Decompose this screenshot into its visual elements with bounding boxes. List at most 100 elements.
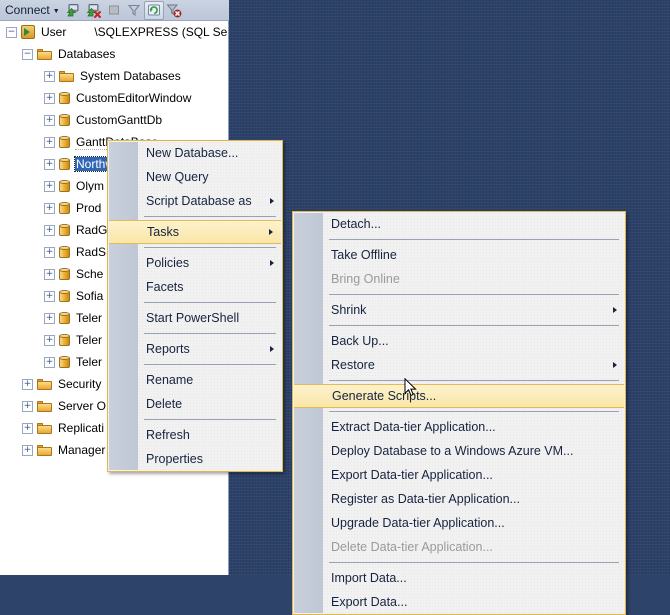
menu-item-label: Shrink <box>331 303 367 317</box>
menu-separator <box>293 377 625 384</box>
expander-plus-icon[interactable]: + <box>22 444 33 456</box>
menu-item-label: Delete <box>146 397 183 411</box>
expander-plus-icon[interactable]: + <box>22 378 33 390</box>
expander-plus-icon[interactable]: + <box>44 114 55 126</box>
menu-item-generate-scripts[interactable]: Generate Scripts... <box>294 384 624 408</box>
expander-plus-icon[interactable]: + <box>22 400 33 412</box>
database-icon <box>59 245 70 259</box>
submenu-arrow-icon <box>613 362 617 368</box>
database-icon <box>59 113 70 127</box>
folder-icon <box>37 444 52 456</box>
tree-node-customganttdb[interactable]: + CustomGanttDb <box>0 109 228 131</box>
database-icon <box>59 311 70 325</box>
expander-plus-icon[interactable]: + <box>44 180 55 192</box>
tree-node-customeditorwindow[interactable]: + CustomEditorWindow <box>0 87 228 109</box>
expander-plus-icon[interactable]: + <box>44 158 55 170</box>
menu-item-delete[interactable]: Delete <box>108 392 282 416</box>
expander-plus-icon[interactable]: + <box>44 246 55 258</box>
menu-item-script-database-as[interactable]: Script Database as <box>108 189 282 213</box>
tree-node-label: Teler <box>76 311 103 325</box>
menu-item-label: Back Up... <box>331 334 389 348</box>
expander-plus-icon[interactable]: + <box>44 92 55 104</box>
menu-item-delete-data-tier-application: Delete Data-tier Application... <box>293 535 625 559</box>
menu-separator <box>293 236 625 243</box>
expander-minus-icon[interactable]: − <box>6 26 17 38</box>
expander-plus-icon[interactable]: + <box>44 356 55 368</box>
database-icon <box>59 157 70 171</box>
filter-icon[interactable] <box>124 1 144 20</box>
menu-separator <box>108 299 282 306</box>
database-icon <box>59 333 70 347</box>
expander-plus-icon[interactable]: + <box>44 202 55 214</box>
connect-object-explorer-icon[interactable] <box>64 1 84 20</box>
menu-item-label: Delete Data-tier Application... <box>331 540 493 554</box>
tree-node-databases[interactable]: − Databases <box>0 43 228 65</box>
menu-item-facets[interactable]: Facets <box>108 275 282 299</box>
tree-node-system-databases[interactable]: + System Databases <box>0 65 228 87</box>
menu-item-back-up[interactable]: Back Up... <box>293 329 625 353</box>
submenu-arrow-icon <box>270 346 274 352</box>
tree-node-label: Server O <box>58 399 107 413</box>
folder-icon <box>37 378 52 390</box>
menu-item-export-data[interactable]: Export Data... <box>293 590 625 614</box>
menu-item-label: Bring Online <box>331 272 400 286</box>
menu-item-refresh[interactable]: Refresh <box>108 423 282 447</box>
menu-item-properties[interactable]: Properties <box>108 447 282 471</box>
expander-minus-icon[interactable]: − <box>22 48 33 60</box>
expander-plus-icon[interactable]: + <box>44 268 55 280</box>
chevron-down-icon: ▼ <box>52 7 60 15</box>
tree-node-label: Databases <box>58 47 116 61</box>
menu-item-reports[interactable]: Reports <box>108 337 282 361</box>
object-explorer-toolbar: Connect ▼ <box>0 0 229 21</box>
menu-item-tasks[interactable]: Tasks <box>109 220 281 244</box>
menu-item-detach[interactable]: Detach... <box>293 212 625 236</box>
menu-item-new-query[interactable]: New Query <box>108 165 282 189</box>
menu-item-shrink[interactable]: Shrink <box>293 298 625 322</box>
menu-item-label: New Query <box>146 170 209 184</box>
expander-plus-icon[interactable]: + <box>44 224 55 236</box>
expander-plus-icon[interactable]: + <box>44 70 55 82</box>
remove-filter-icon[interactable] <box>164 1 184 20</box>
menu-item-restore[interactable]: Restore <box>293 353 625 377</box>
menu-item-start-powershell[interactable]: Start PowerShell <box>108 306 282 330</box>
menu-item-register-as-data-tier-application[interactable]: Register as Data-tier Application... <box>293 487 625 511</box>
refresh-icon[interactable] <box>143 0 164 20</box>
tree-node-label: Manager <box>58 443 106 457</box>
menu-item-new-database[interactable]: New Database... <box>108 141 282 165</box>
menu-item-upgrade-data-tier-application[interactable]: Upgrade Data-tier Application... <box>293 511 625 535</box>
menu-item-label: Upgrade Data-tier Application... <box>331 516 505 530</box>
tree-node-server[interactable]: − User \SQLEXPRESS (SQL Serve <box>0 21 228 43</box>
tree-node-label: CustomGanttDb <box>76 113 163 127</box>
menu-item-export-data-tier-application[interactable]: Export Data-tier Application... <box>293 463 625 487</box>
menu-item-take-offline[interactable]: Take Offline <box>293 243 625 267</box>
database-icon <box>59 223 70 237</box>
tree-node-label: CustomEditorWindow <box>76 91 192 105</box>
menu-item-label: Start PowerShell <box>146 311 240 325</box>
disconnect-object-explorer-icon[interactable] <box>84 1 104 20</box>
menu-item-policies[interactable]: Policies <box>108 251 282 275</box>
folder-icon <box>37 422 52 434</box>
folder-icon <box>59 70 74 82</box>
menu-item-import-data[interactable]: Import Data... <box>293 566 625 590</box>
menu-item-label: Take Offline <box>331 248 397 262</box>
menu-item-label: Export Data... <box>331 595 408 609</box>
expander-plus-icon[interactable]: + <box>44 312 55 324</box>
tree-node-label: Security <box>58 377 102 391</box>
menu-item-deploy-database-to-azure-vm[interactable]: Deploy Database to a Windows Azure VM... <box>293 439 625 463</box>
expander-plus-icon[interactable]: + <box>44 290 55 302</box>
menu-item-extract-data-tier-application[interactable]: Extract Data-tier Application... <box>293 415 625 439</box>
menu-separator <box>108 244 282 251</box>
tree-node-label: Olym <box>76 179 104 193</box>
menu-item-rename[interactable]: Rename <box>108 368 282 392</box>
menu-item-label: New Database... <box>146 146 239 160</box>
menu-item-label: Deploy Database to a Windows Azure VM... <box>331 444 574 458</box>
connect-button-label: Connect <box>5 2 50 17</box>
expander-plus-icon[interactable]: + <box>22 422 33 434</box>
menu-item-label: Policies <box>146 256 190 270</box>
connect-button[interactable]: Connect ▼ <box>0 1 64 20</box>
expander-plus-icon[interactable]: + <box>44 334 55 346</box>
tree-node-label: Replicati <box>58 421 105 435</box>
expander-plus-icon[interactable]: + <box>44 136 55 148</box>
database-icon <box>59 179 70 193</box>
menu-separator <box>293 559 625 566</box>
